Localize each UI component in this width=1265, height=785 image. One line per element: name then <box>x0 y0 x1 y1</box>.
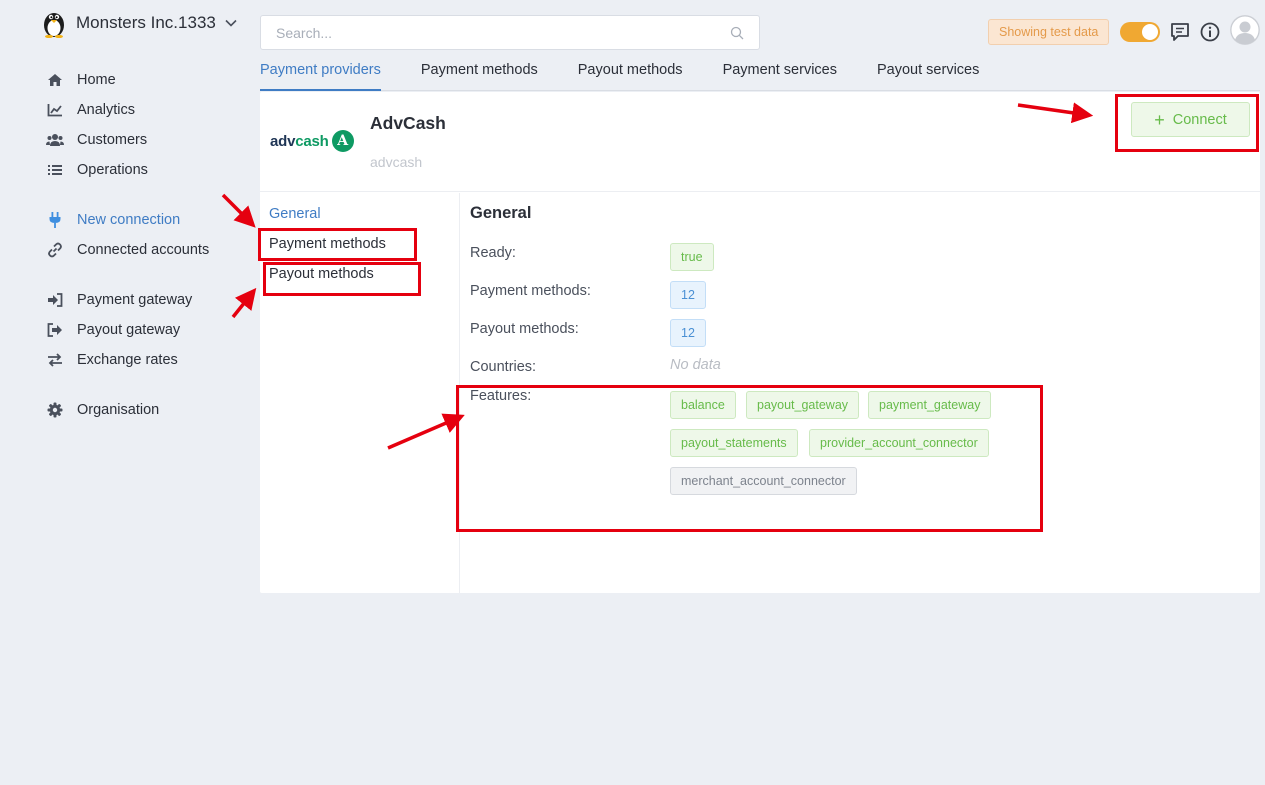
provider-slug: advcash <box>370 154 423 170</box>
sidebar-item-label: Connected accounts <box>77 242 210 258</box>
sidebar-item-customers[interactable]: Customers <box>46 125 246 155</box>
side-menu-general[interactable]: General <box>269 206 321 222</box>
payout-methods-count: 12 <box>670 319 706 347</box>
test-data-badge: Showing test data <box>988 19 1110 45</box>
organization-switcher[interactable]: Monsters Inc.1333 <box>40 8 238 38</box>
chevron-down-icon <box>225 19 237 27</box>
ready-badge: true <box>670 243 714 271</box>
provider-name: AdvCash <box>370 113 446 133</box>
sidebar-item-label: Organisation <box>77 402 160 418</box>
user-icon <box>1230 15 1260 45</box>
sidebar-item-payout-gateway[interactable]: Payout gateway <box>46 315 246 345</box>
sidebar-item-label: New connection <box>77 212 181 228</box>
organization-name: Monsters Inc.1333 <box>76 13 216 32</box>
sidebar-item-home[interactable]: Home <box>46 65 246 95</box>
sidebar-item-label: Analytics <box>77 102 136 118</box>
comment-icon[interactable] <box>1169 21 1191 43</box>
sidebar-nav: Home Analytics Customers Operations New … <box>46 65 246 425</box>
provider-header: advcash A AdvCash advcash + Connect <box>260 92 1260 192</box>
users-icon <box>46 131 64 149</box>
plug-icon <box>46 211 64 229</box>
link-icon <box>46 241 64 259</box>
gear-icon <box>46 401 64 419</box>
logo-badge: A <box>331 130 354 152</box>
tab-payout-methods[interactable]: Payout methods <box>578 58 683 91</box>
sidebar-item-new-connection[interactable]: New connection <box>46 205 246 235</box>
section-title: General <box>470 204 532 222</box>
countries-value: No data <box>670 357 721 373</box>
sidebar-item-organisation[interactable]: Organisation <box>46 395 246 425</box>
tab-payment-methods[interactable]: Payment methods <box>421 58 538 91</box>
sidebar-item-label: Payout gateway <box>77 322 181 338</box>
search-bar <box>260 15 760 50</box>
logo-text-b: cash <box>295 132 329 150</box>
logo-wordmark: advcash <box>270 133 329 150</box>
sidebar-item-analytics[interactable]: Analytics <box>46 95 246 125</box>
annotation-box-features <box>456 385 1043 532</box>
payment-methods-label: Payment methods: <box>470 283 591 299</box>
toggle-knob <box>1142 24 1158 40</box>
home-icon <box>46 71 64 89</box>
sign-in-icon <box>46 291 64 309</box>
provider-tabs: Payment providers Payment methods Payout… <box>260 58 1260 91</box>
sidebar-item-connected-accounts[interactable]: Connected accounts <box>46 235 246 265</box>
sidebar-item-label: Customers <box>77 132 148 148</box>
tab-payment-services[interactable]: Payment services <box>723 58 837 91</box>
payment-methods-count: 12 <box>670 281 706 309</box>
user-avatar[interactable] <box>1230 15 1260 45</box>
sidebar-item-label: Payment gateway <box>77 292 193 308</box>
search-input[interactable] <box>276 24 730 41</box>
sidebar-item-payment-gateway[interactable]: Payment gateway <box>46 285 246 315</box>
sign-out-icon <box>46 321 64 339</box>
countries-label: Countries: <box>470 359 537 375</box>
test-mode-toggle[interactable] <box>1120 22 1160 42</box>
advcash-logo: advcash A <box>270 130 354 152</box>
sidebar-item-exchange-rates[interactable]: Exchange rates <box>46 345 246 375</box>
ready-label: Ready: <box>470 245 516 261</box>
exchange-icon <box>46 351 64 369</box>
search-icon[interactable] <box>730 26 744 40</box>
sidebar-item-label: Operations <box>77 162 148 178</box>
tab-payout-services[interactable]: Payout services <box>877 58 979 91</box>
payout-methods-label: Payout methods: <box>470 321 579 337</box>
tab-payment-providers[interactable]: Payment providers <box>260 58 381 91</box>
sidebar-item-label: Home <box>77 72 116 88</box>
sidebar-item-operations[interactable]: Operations <box>46 155 246 185</box>
list-icon <box>46 161 64 179</box>
sidebar-item-label: Exchange rates <box>77 352 178 368</box>
logo-text-a: adv <box>270 132 296 150</box>
chart-line-icon <box>46 101 64 119</box>
annotation-box-payout-methods <box>263 262 421 296</box>
annotation-box-connect <box>1115 94 1259 152</box>
annotation-box-payment-methods <box>258 228 417 261</box>
penguin-icon <box>44 13 64 38</box>
info-icon[interactable] <box>1199 21 1221 43</box>
